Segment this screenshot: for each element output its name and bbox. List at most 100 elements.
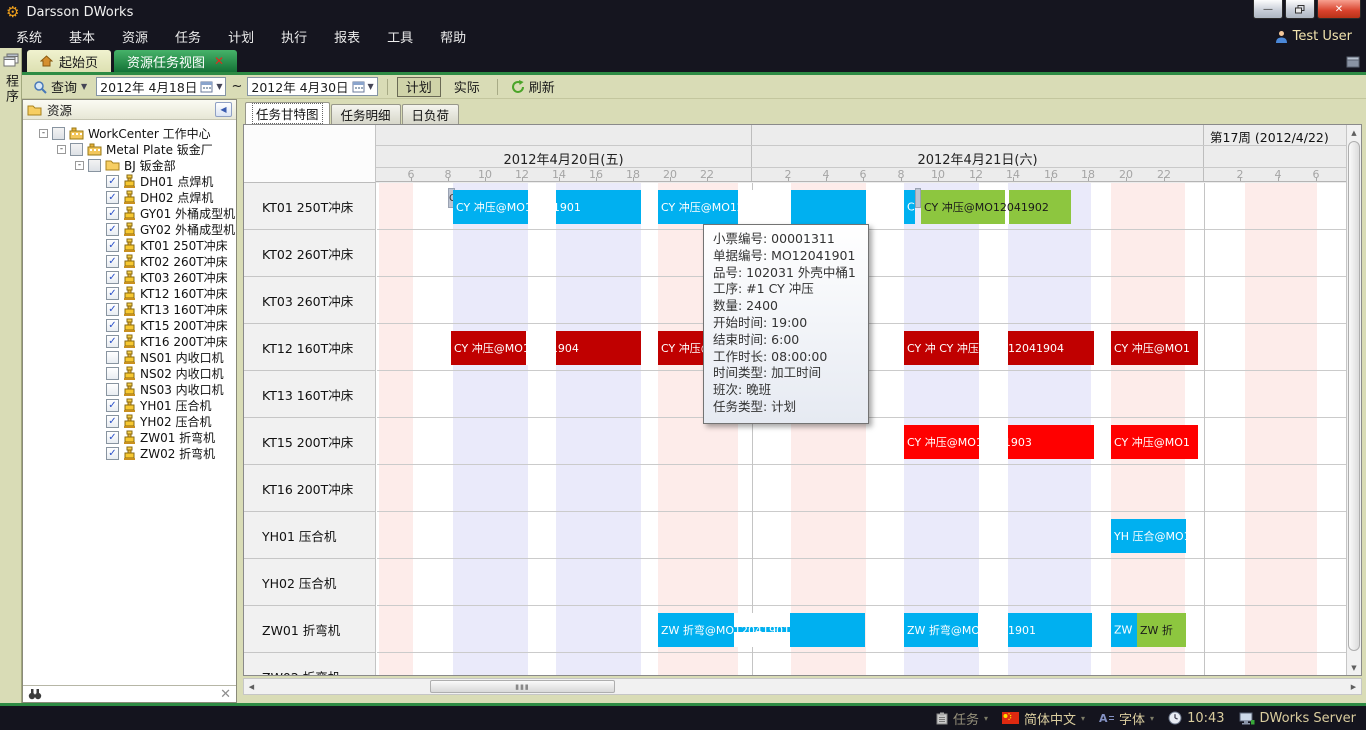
tree-checkbox[interactable]: ✓	[106, 239, 119, 252]
menu-item[interactable]: 执行	[281, 27, 307, 46]
collapse-panel-button[interactable]: ◀	[215, 102, 232, 117]
menu-item[interactable]: 资源	[122, 27, 148, 46]
tree-node[interactable]: -WorkCenter 工作中心	[23, 125, 236, 141]
tree-expander-icon[interactable]: -	[39, 129, 48, 138]
gantt-task-bar[interactable]: CY 冲压@MO12041902	[921, 190, 1071, 224]
gantt-task-bar[interactable]: CY 冲压@MO12041904	[658, 331, 866, 365]
gantt-task-bar[interactable]: CY 冲压@MO12041903	[904, 425, 1094, 459]
tree-node[interactable]: ✓YH01 压合机	[23, 397, 236, 413]
plan-toggle-button[interactable]: 计划	[397, 77, 441, 97]
minimize-button[interactable]: —	[1253, 0, 1283, 19]
tree-node[interactable]: -Metal Plate 钣金厂	[23, 141, 236, 157]
query-button[interactable]: 查询 ▼	[29, 76, 91, 97]
tree-checkbox[interactable]: ✓	[106, 431, 119, 444]
status-item[interactable]: 10:43	[1168, 711, 1224, 726]
tree-checkbox[interactable]: ✓	[106, 175, 119, 188]
tree-checkbox[interactable]: ✓	[106, 223, 119, 236]
tree-node[interactable]: ✓KT01 250T冲床	[23, 237, 236, 253]
tree-node[interactable]: NS02 内收口机	[23, 365, 236, 381]
refresh-button[interactable]: 刷新	[507, 77, 559, 96]
tree-expander-icon[interactable]: -	[57, 145, 66, 154]
tree-checkbox[interactable]	[70, 143, 83, 156]
tree-checkbox[interactable]: ✓	[106, 335, 119, 348]
tree-node[interactable]: ✓ZW02 折弯机	[23, 445, 236, 461]
actual-toggle-button[interactable]: 实际	[446, 77, 488, 97]
tree-node[interactable]: ✓GY01 外桶成型机	[23, 205, 236, 221]
tree-node[interactable]: ✓KT15 200T冲床	[23, 317, 236, 333]
tree-checkbox[interactable]: ✓	[106, 271, 119, 284]
tree-node[interactable]: ✓ZW01 折弯机	[23, 429, 236, 445]
horizontal-scrollbar[interactable]: ◀ ▮▮▮ ▶	[243, 678, 1362, 695]
status-item[interactable]: 简体中文▾	[1002, 709, 1085, 728]
date-to-picker[interactable]: 2012年 4月30日 ▼	[247, 77, 377, 96]
clear-search-icon[interactable]: ✕	[220, 688, 231, 701]
gantt-task-bar[interactable]: CY 冲 CY 冲压@MO12041904	[904, 331, 1094, 365]
scroll-right-icon[interactable]: ▶	[1346, 679, 1361, 694]
gantt-task-bar[interactable]: CY 冲压@MO1	[1111, 331, 1198, 365]
layout-icon[interactable]	[1346, 56, 1360, 68]
vertical-scrollbar[interactable]: ▲ ▼	[1346, 125, 1361, 675]
menu-item[interactable]: 系统	[16, 27, 42, 46]
tree-checkbox[interactable]	[52, 127, 65, 140]
vertical-scroll-thumb[interactable]	[1348, 141, 1360, 651]
status-item[interactable]: 任务▾	[936, 709, 988, 728]
gantt-tab[interactable]: 日负荷	[402, 104, 460, 124]
tree-checkbox[interactable]: ✓	[106, 447, 119, 460]
horizontal-scroll-thumb[interactable]: ▮▮▮	[430, 680, 615, 693]
close-button[interactable]: ✕	[1317, 0, 1361, 19]
gantt-task-bar[interactable]: CY 冲压@MO12041904	[451, 331, 641, 365]
gantt-task-bar[interactable]: CY 冲压@MO12041901	[453, 190, 641, 224]
tree-checkbox[interactable]	[106, 351, 119, 364]
tree-node[interactable]: ✓YH02 压合机	[23, 413, 236, 429]
status-item[interactable]: A字体▾	[1099, 709, 1154, 728]
scroll-up-icon[interactable]: ▲	[1347, 125, 1361, 140]
date-from-picker[interactable]: 2012年 4月18日 ▼	[96, 77, 226, 96]
gantt-task-bar[interactable]: ZW 折弯@MO12041901	[658, 613, 865, 647]
tree-checkbox[interactable]	[106, 367, 119, 380]
gantt-task-bar[interactable]: ZW 折弯@MO12041901	[904, 613, 1092, 647]
tree-node[interactable]: ✓GY02 外桶成型机	[23, 221, 236, 237]
status-item[interactable]: DWorks Server	[1239, 711, 1356, 726]
menu-item[interactable]: 工具	[387, 27, 413, 46]
tree-checkbox[interactable]: ✓	[106, 287, 119, 300]
scroll-left-icon[interactable]: ◀	[244, 679, 259, 694]
tree-checkbox[interactable]: ✓	[106, 255, 119, 268]
tree-node[interactable]: ✓KT02 260T冲床	[23, 253, 236, 269]
tree-node[interactable]: -BJ 钣金部	[23, 157, 236, 173]
tree-node[interactable]: ✓DH01 点焊机	[23, 173, 236, 189]
menu-item[interactable]: 任务	[175, 27, 201, 46]
menu-item[interactable]: 帮助	[440, 27, 466, 46]
tree-node[interactable]: NS03 内收口机	[23, 381, 236, 397]
menu-item[interactable]: 计划	[228, 27, 254, 46]
gantt-task-bar[interactable]: C	[904, 190, 915, 224]
tree-node[interactable]: ✓KT12 160T冲床	[23, 285, 236, 301]
tree-checkbox[interactable]	[106, 383, 119, 396]
tree-checkbox[interactable]: ✓	[106, 415, 119, 428]
tree-node[interactable]: NS01 内收口机	[23, 349, 236, 365]
gantt-task-bar[interactable]: CY 冲压@MO12041901	[658, 190, 866, 224]
tab-close-icon[interactable]: ✕	[214, 55, 224, 67]
tree-node[interactable]: ✓KT16 200T冲床	[23, 333, 236, 349]
tree-checkbox[interactable]: ✓	[106, 303, 119, 316]
collapsed-panel-strip[interactable]: 程序	[0, 48, 22, 703]
tree-checkbox[interactable]: ✓	[106, 399, 119, 412]
tree-expander-icon[interactable]: -	[75, 161, 84, 170]
tab-resource-task-view[interactable]: 资源任务视图 ✕	[114, 50, 237, 72]
gantt-task-bar[interactable]: ZW	[1111, 613, 1137, 647]
tree-checkbox[interactable]: ✓	[106, 191, 119, 204]
tree-checkbox[interactable]	[88, 159, 101, 172]
gantt-task-bar[interactable]: YH 压合@MO1	[1111, 519, 1186, 553]
gantt-tab[interactable]: 任务明细	[331, 104, 401, 124]
tab-home[interactable]: 起始页	[27, 50, 111, 72]
restore-button[interactable]	[1285, 0, 1315, 19]
tree-node[interactable]: ✓KT13 160T冲床	[23, 301, 236, 317]
tree-node[interactable]: ✓DH02 点焊机	[23, 189, 236, 205]
gantt-tab[interactable]: 任务甘特图	[245, 102, 330, 124]
tree-node[interactable]: ✓KT03 260T冲床	[23, 269, 236, 285]
scroll-down-icon[interactable]: ▼	[1347, 660, 1361, 675]
gantt-task-bar[interactable]: ZW 折	[1137, 613, 1186, 647]
tree-search-bar[interactable]: ✕	[23, 685, 236, 702]
tree-checkbox[interactable]: ✓	[106, 207, 119, 220]
gantt-task-bar[interactable]: CY 冲压@MO1	[1111, 425, 1198, 459]
menu-item[interactable]: 基本	[69, 27, 95, 46]
